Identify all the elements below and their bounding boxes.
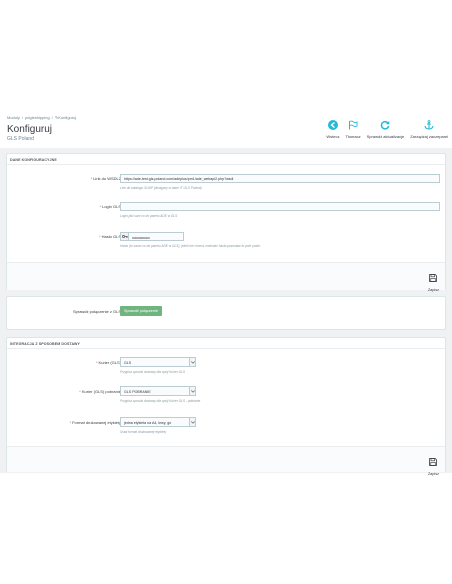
config-save-label: Zapisz: [427, 288, 439, 292]
required-asterisk: *: [79, 389, 81, 394]
delivery-save-label: Zapisz: [427, 472, 439, 476]
chevron-down-icon: [189, 418, 195, 426]
login-input[interactable]: [120, 202, 440, 211]
cod-select[interactable]: GLS POBRANIE: [120, 386, 196, 396]
breadcrumb: Moduły / pdgleshipping / ✎Konfiguruj: [7, 115, 76, 120]
breadcrumb-separator: /: [51, 115, 53, 120]
login-label-text: Login GLS: [102, 204, 121, 209]
refresh-icon: [379, 119, 391, 131]
courier-label-text: Kurier (GLS): [98, 360, 121, 365]
breadcrumb-current: Konfiguruj: [58, 115, 77, 120]
back-label: Wstecz: [326, 134, 340, 139]
cod-select-value: GLS POBRANIE: [124, 390, 151, 394]
required-asterisk: *: [99, 234, 101, 239]
toolbar: Wstecz Tłumacz Sprawdź aktualizacje Zarz…: [326, 119, 448, 139]
required-asterisk: *: [69, 420, 72, 425]
flag-icon: [347, 119, 359, 131]
arrow-circle-left-icon: [327, 119, 339, 131]
courier-select[interactable]: GLS: [120, 357, 196, 367]
login-help: Login jaki sam co do panelu ADE w GLS: [120, 214, 178, 218]
courier-help: Przypisz sposób dostawy dla opcji Kurier…: [120, 370, 186, 374]
wsdl-input[interactable]: https://ade-test.gls-poland.com/adeplus/…: [120, 174, 440, 183]
config-panel-footer: Zapisz: [7, 262, 445, 292]
floppy-disk-icon: [429, 453, 438, 471]
wsdl-label: *Link do WSDL2: [91, 176, 121, 181]
page-title: Konfiguruj: [7, 124, 53, 135]
translate-button[interactable]: Tłumacz: [346, 119, 361, 139]
test-connection-label: Sprawdź połączenie z GLS: [72, 309, 121, 314]
cod-label-text: Kurier (GLS) pobranie: [81, 389, 121, 394]
cod-help: Przypisz sposób dostawy dla opcji Kurier…: [120, 399, 201, 403]
translate-label: Tłumacz: [345, 134, 361, 139]
format-select-value: jedna etykieta na A4, lewy, gó: [124, 421, 172, 425]
required-asterisk: *: [99, 204, 102, 209]
password-input-group: ••••••••••••••••: [120, 232, 184, 241]
check-update-label: Sprawdź aktualizacje: [366, 134, 405, 139]
chevron-down-icon: [189, 387, 195, 395]
floppy-disk-icon: [429, 269, 438, 287]
anchor-icon: [423, 119, 435, 131]
format-help: Ustal format drukowanej etykiety: [120, 430, 167, 434]
password-label: *Hasło GLS: [99, 234, 121, 239]
courier-label: *Kurier (GLS): [96, 360, 121, 365]
breadcrumb-separator: /: [21, 115, 24, 120]
delivery-panel-footer: Zapisz: [7, 446, 445, 476]
manage-hooks-button[interactable]: Zarządzaj zaczepami: [410, 119, 448, 139]
cod-label: *Kurier (GLS) pobranie: [79, 389, 121, 394]
breadcrumb-module[interactable]: pdgleshipping: [25, 115, 50, 120]
format-label-text: Format drukowanej etykiety: [72, 420, 121, 425]
check-update-button[interactable]: Sprawdź aktualizacje: [366, 119, 405, 139]
format-select[interactable]: jedna etykieta na A4, lewy, gó: [120, 417, 196, 427]
password-input[interactable]: ••••••••••••••••: [129, 232, 184, 241]
delivery-panel-heading: INTEGRACJA Z SPOSOBEM DOSTAWY: [7, 338, 445, 349]
format-label: *Format drukowanej etykiety: [70, 420, 121, 425]
required-asterisk: *: [90, 176, 93, 181]
chevron-down-icon: [189, 358, 195, 366]
wsdl-label-text: Link do WSDL2: [93, 176, 121, 181]
required-asterisk: *: [95, 360, 98, 365]
test-connection-panel: Sprawdź połączenie z GLS Sprawdź połącze…: [6, 296, 446, 330]
page-subtitle: GLS Poland: [7, 136, 34, 142]
config-panel: DANE KONFIGURACYJNE *Link do WSDL2 https…: [6, 153, 446, 292]
page-header: Moduły / pdgleshipping / ✎Konfiguruj Konfigu…: [0, 113, 452, 153]
delivery-save-button[interactable]: Zapisz: [428, 453, 439, 476]
password-help: Hasło (to samo co do panelu ADE w GLS), …: [120, 244, 261, 248]
breadcrumb-modules[interactable]: Moduły: [7, 115, 20, 120]
courier-select-value: GLS: [124, 361, 132, 365]
delivery-panel: INTEGRACJA Z SPOSOBEM DOSTAWY *Kurier (G…: [6, 337, 446, 476]
back-button[interactable]: Wstecz: [326, 119, 340, 139]
page: Moduły / pdgleshipping / ✎Konfiguruj Konfigu…: [0, 0, 452, 584]
login-label: *Login GLS: [100, 204, 121, 209]
key-icon: [120, 232, 129, 241]
manage-hooks-label: Zarządzaj zaczepami: [410, 134, 448, 139]
config-save-button[interactable]: Zapisz: [428, 269, 439, 292]
config-panel-heading: DANE KONFIGURACYJNE: [7, 154, 445, 165]
password-label-text: Hasło GLS: [101, 234, 121, 239]
test-connection-button[interactable]: Sprawdź połączenie: [120, 306, 162, 316]
wsdl-help: Link do katalogu SOAP (dostępny w dane I…: [120, 186, 202, 190]
